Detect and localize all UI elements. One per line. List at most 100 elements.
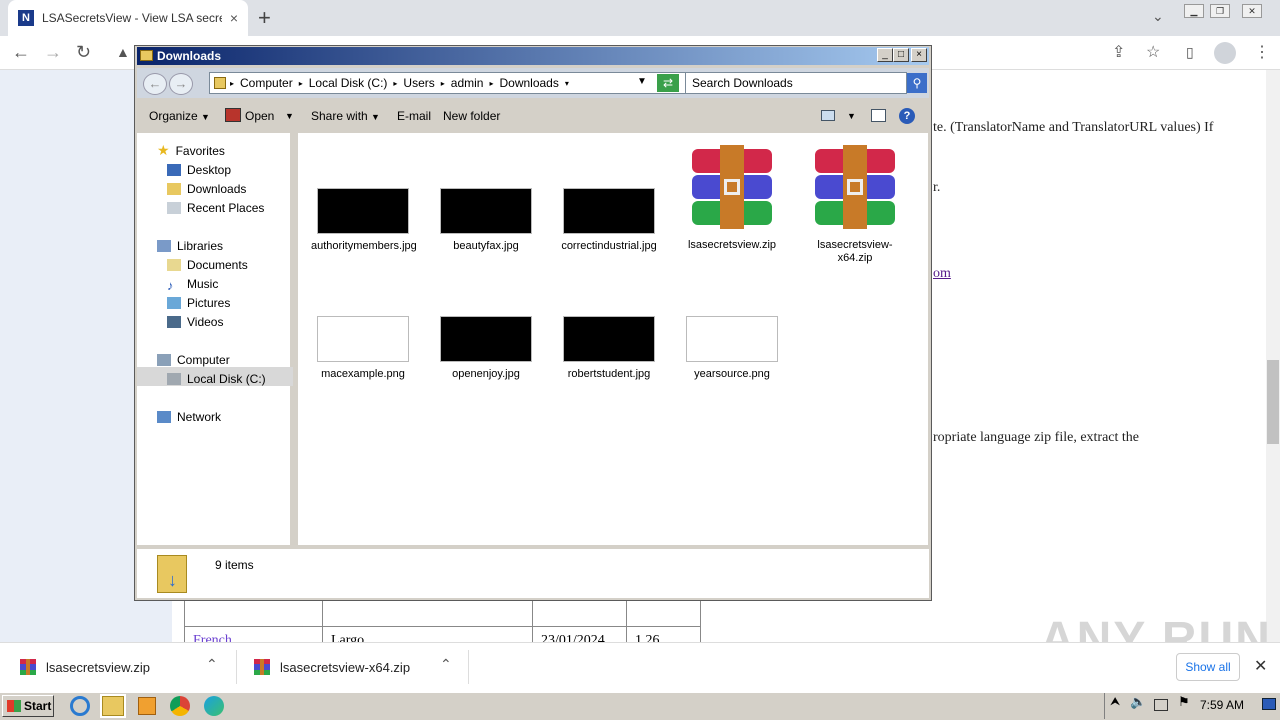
breadcrumb-downloads[interactable]: Downloads: [499, 76, 558, 90]
volume-icon[interactable]: 🔈: [1130, 694, 1146, 718]
view-options-icon[interactable]: [821, 110, 835, 121]
file-item[interactable]: lsasecretsview-x64.zip: [803, 145, 907, 265]
breadcrumb-chevron-icon[interactable]: ▸: [230, 79, 234, 88]
profile-avatar-icon[interactable]: [1214, 42, 1236, 64]
file-item[interactable]: robertstudent.jpg: [557, 316, 661, 381]
download-item[interactable]: lsasecretsview-x64.zip: [254, 652, 410, 682]
breadcrumb-chevron-icon[interactable]: ▸: [393, 79, 397, 88]
file-name: correctindustrial.jpg: [561, 240, 657, 252]
breadcrumb-admin[interactable]: admin: [451, 76, 484, 90]
file-item[interactable]: yearsource.png: [680, 316, 784, 381]
breadcrumb-users[interactable]: Users: [403, 76, 434, 90]
nav-pictures[interactable]: Pictures: [167, 293, 230, 312]
search-input[interactable]: Search Downloads: [685, 72, 907, 94]
close-tab-icon[interactable]: ×: [230, 10, 238, 26]
clock[interactable]: 7:59 AM: [1200, 698, 1244, 712]
download-filename: lsasecretsview-x64.zip: [280, 659, 411, 675]
close-downloads-bar-icon[interactable]: ✕: [1254, 656, 1267, 676]
explorer-titlebar[interactable]: Downloads: [137, 47, 929, 65]
nav-videos[interactable]: Videos: [167, 312, 223, 331]
tab-search-chevron-icon[interactable]: ⌄: [1152, 8, 1164, 25]
nav-recent-places[interactable]: Recent Places: [167, 198, 264, 217]
nav-desktop[interactable]: Desktop: [167, 160, 231, 179]
page-link-fragment[interactable]: om: [933, 266, 951, 282]
close-window-icon[interactable]: ×: [911, 48, 927, 62]
download-item[interactable]: lsasecretsview.zip: [20, 652, 150, 682]
nav-libraries[interactable]: Libraries: [157, 236, 223, 255]
file-item[interactable]: lsasecretsview.zip: [680, 145, 784, 252]
breadcrumb-chevron-icon[interactable]: ▸: [489, 79, 493, 88]
nav-music[interactable]: ♪ Music: [167, 274, 218, 293]
nav-local-disk[interactable]: Local Disk (C:): [167, 369, 266, 388]
show-desktop-icon[interactable]: [1262, 698, 1276, 710]
chrome-icon[interactable]: [170, 696, 190, 716]
organize-button[interactable]: Organize ▼: [149, 109, 210, 123]
preview-pane-icon[interactable]: [871, 109, 886, 122]
open-chevron-down-icon[interactable]: ▼: [285, 111, 294, 121]
nav-documents[interactable]: Documents: [167, 255, 248, 274]
forward-icon[interactable]: →: [44, 42, 62, 63]
file-item[interactable]: openenjoy.jpg: [434, 316, 538, 381]
minimize-window-icon[interactable]: _: [877, 48, 893, 62]
menu-kebab-icon[interactable]: ⋮: [1254, 42, 1270, 62]
nav-forward-icon[interactable]: →: [169, 73, 193, 95]
open-button[interactable]: Open: [245, 109, 274, 123]
file-item[interactable]: authoritymembers.jpg: [311, 188, 417, 253]
maximize-window-icon[interactable]: □: [893, 48, 909, 62]
share-icon[interactable]: ⇪: [1112, 42, 1125, 62]
page-scrollbar-track[interactable]: [1266, 70, 1280, 642]
network-tray-icon[interactable]: [1154, 699, 1168, 711]
show-all-button[interactable]: Show all: [1176, 653, 1240, 681]
reload-icon[interactable]: ↻: [76, 42, 91, 63]
side-panel-icon[interactable]: ▯: [1186, 44, 1194, 61]
computer-icon: [157, 353, 171, 366]
music-icon: ♪: [167, 277, 174, 293]
navigation-pane: ★ Favorites Desktop Downloads Recent Plac…: [137, 133, 293, 545]
breadcrumb-local-disk[interactable]: Local Disk (C:): [309, 76, 388, 90]
restore-browser-icon[interactable]: ❐: [1210, 4, 1230, 18]
start-label: Start: [24, 699, 52, 713]
warning-icon[interactable]: ▲: [116, 44, 130, 60]
breadcrumb-chevron-icon[interactable]: ▸: [299, 79, 303, 88]
explorer-taskbar-icon[interactable]: [102, 696, 124, 716]
view-chevron-down-icon[interactable]: ▼: [847, 111, 856, 121]
share-with-button[interactable]: Share with ▼: [311, 109, 380, 123]
media-player-icon[interactable]: [138, 697, 156, 715]
page-scrollbar-thumb[interactable]: [1267, 360, 1279, 444]
nav-downloads[interactable]: Downloads: [167, 179, 246, 198]
file-item[interactable]: macexample.png: [311, 316, 415, 381]
minimize-browser-icon[interactable]: ▁: [1184, 4, 1204, 18]
nav-back-icon[interactable]: ←: [143, 73, 167, 95]
browser-tab[interactable]: N LSASecretsView - View LSA secrets s ×: [8, 0, 248, 36]
breadcrumb-computer[interactable]: Computer: [240, 76, 293, 90]
edge-icon[interactable]: [204, 696, 224, 716]
new-tab-button[interactable]: +: [258, 5, 271, 31]
internet-explorer-icon[interactable]: [70, 696, 90, 716]
nav-label: Favorites: [175, 143, 225, 158]
bookmark-star-icon[interactable]: ☆: [1146, 42, 1160, 62]
nav-network[interactable]: Network: [157, 407, 221, 426]
breadcrumb-chevron-icon[interactable]: ▾: [565, 79, 569, 88]
tab-title: LSASecretsView - View LSA secrets s: [42, 11, 222, 25]
nav-label: Music: [187, 276, 219, 291]
email-button[interactable]: E-mail: [397, 109, 431, 123]
breadcrumb-chevron-icon[interactable]: ▸: [441, 79, 445, 88]
file-item[interactable]: beautyfax.jpg: [434, 188, 538, 253]
refresh-icon[interactable]: ⇄: [657, 74, 679, 92]
download-menu-chevron-icon[interactable]: ⌃: [440, 656, 452, 673]
download-menu-chevron-icon[interactable]: ⌃: [206, 656, 218, 673]
nav-favorites[interactable]: ★ Favorites: [157, 141, 225, 160]
address-dropdown-icon[interactable]: ▼: [637, 76, 647, 87]
recent-places-icon: [167, 201, 181, 214]
close-browser-icon[interactable]: ✕: [1242, 4, 1262, 18]
taskbar: [0, 692, 1280, 720]
start-button[interactable]: Start: [2, 695, 54, 717]
file-item[interactable]: correctindustrial.jpg: [557, 188, 661, 253]
action-center-flag-icon[interactable]: ⚑: [1178, 694, 1190, 718]
help-icon[interactable]: ?: [899, 108, 915, 124]
tray-expand-icon[interactable]: ⮝: [1110, 694, 1120, 718]
back-icon[interactable]: ←: [12, 42, 30, 63]
page-text-fragment: r.: [933, 180, 941, 195]
new-folder-button[interactable]: New folder: [443, 109, 500, 123]
search-icon[interactable]: ⚲: [907, 73, 927, 93]
